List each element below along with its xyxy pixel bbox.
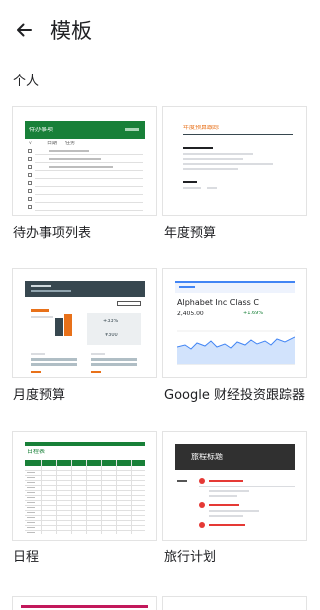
template-card-finance-tracker[interactable]: Alphabet Inc Class C 2,405.00 +1.69% — [162, 268, 307, 378]
template-label-trip-planner[interactable]: 旅行计划 — [164, 546, 216, 565]
todo-row-text — [49, 150, 89, 152]
template-card-annual-budget[interactable]: 年度预算跟踪 — [162, 106, 307, 216]
template-label-todo-list[interactable]: 待办事项列表 — [13, 222, 91, 241]
schedule-grid-column — [86, 460, 87, 534]
todo-row-line — [35, 202, 143, 203]
todo-row-line — [35, 186, 143, 187]
schedule-time-label — [27, 527, 35, 528]
template-card-schedule[interactable]: 日程表 — [12, 431, 157, 541]
finance-preview-chart — [177, 330, 295, 365]
schedule-grid-row — [25, 480, 145, 481]
schedule-time-label — [27, 477, 35, 478]
page-title: 模板 — [50, 19, 92, 43]
todo-row-line — [35, 170, 143, 171]
schedule-preview-title: 日程表 — [27, 449, 46, 454]
todo-row-text — [49, 158, 101, 160]
schedule-time-label — [27, 497, 35, 498]
section-title-personal: 个人 — [13, 74, 40, 89]
todo-checkbox — [28, 205, 32, 209]
schedule-grid-row — [25, 485, 145, 486]
schedule-grid-row — [25, 495, 145, 496]
schedule-grid-column — [131, 460, 132, 534]
monthly-preview-amount: ¥300 — [105, 333, 118, 338]
schedule-grid-column — [71, 460, 72, 534]
todo-row-line — [35, 178, 143, 179]
annual-preview-title: 年度预算跟踪 — [183, 125, 220, 130]
monthly-preview-badge: +33% — [103, 319, 119, 324]
template-card-partial-right[interactable] — [162, 596, 307, 610]
todo-row-line — [35, 194, 143, 195]
todo-row-line — [35, 162, 143, 163]
todo-checkbox — [28, 189, 32, 193]
finance-preview-change: +1.69% — [243, 311, 264, 316]
schedule-grid-row — [25, 475, 145, 476]
back-arrow-icon[interactable] — [10, 16, 38, 44]
schedule-grid-row — [25, 510, 145, 511]
schedule-grid-row — [25, 515, 145, 516]
schedule-grid-row — [25, 470, 145, 471]
schedule-grid-row — [25, 500, 145, 501]
schedule-grid-column — [116, 460, 117, 534]
schedule-grid-row — [25, 520, 145, 521]
app-bar: 模板 — [0, 0, 320, 60]
template-card-todo-list[interactable]: 待办事项 √ 日期 任务 — [12, 106, 157, 216]
finance-preview-company: Alphabet Inc Class C — [177, 299, 259, 307]
template-label-schedule[interactable]: 日程 — [13, 546, 39, 565]
schedule-time-label — [27, 492, 35, 493]
template-label-monthly-budget[interactable]: 月度预算 — [13, 384, 65, 403]
schedule-grid-column — [56, 460, 57, 534]
trip-preview-title: 旅程标题 — [191, 453, 223, 461]
todo-checkbox — [28, 173, 32, 177]
schedule-grid-column — [101, 460, 102, 534]
schedule-time-label — [27, 512, 35, 513]
todo-checkbox — [28, 165, 32, 169]
template-label-finance-tracker[interactable]: Google 财经投资跟踪器 — [164, 384, 305, 403]
todo-checkbox — [28, 157, 32, 161]
template-card-monthly-budget[interactable]: +33% ¥300 — [12, 268, 157, 378]
schedule-time-label — [27, 532, 35, 533]
todo-row-line — [35, 210, 143, 211]
todo-column-headers: √ 日期 任务 — [29, 141, 76, 146]
schedule-grid-row — [25, 490, 145, 491]
todo-checkbox — [28, 149, 32, 153]
todo-checkbox — [28, 197, 32, 201]
schedule-time-label — [27, 507, 35, 508]
schedule-grid-row — [25, 525, 145, 526]
template-label-annual-budget[interactable]: 年度预算 — [164, 222, 216, 241]
template-card-partial-left[interactable] — [12, 596, 157, 610]
schedule-time-label — [27, 502, 35, 503]
todo-row-line — [35, 154, 143, 155]
schedule-grid-row — [25, 505, 145, 506]
todo-preview-title: 待办事项 — [29, 127, 54, 132]
schedule-time-label — [27, 517, 35, 518]
todo-checkbox — [28, 181, 32, 185]
template-card-trip-planner[interactable]: 旅程标题 — [162, 431, 307, 541]
finance-preview-price: 2,405.00 — [177, 311, 204, 317]
schedule-time-label — [27, 487, 35, 488]
todo-header-band: 待办事项 — [25, 121, 145, 139]
schedule-time-label — [27, 482, 35, 483]
schedule-grid-row — [25, 530, 145, 531]
schedule-grid-column — [41, 460, 42, 534]
todo-row-text — [49, 166, 113, 168]
schedule-time-label — [27, 522, 35, 523]
schedule-time-label — [27, 472, 35, 473]
